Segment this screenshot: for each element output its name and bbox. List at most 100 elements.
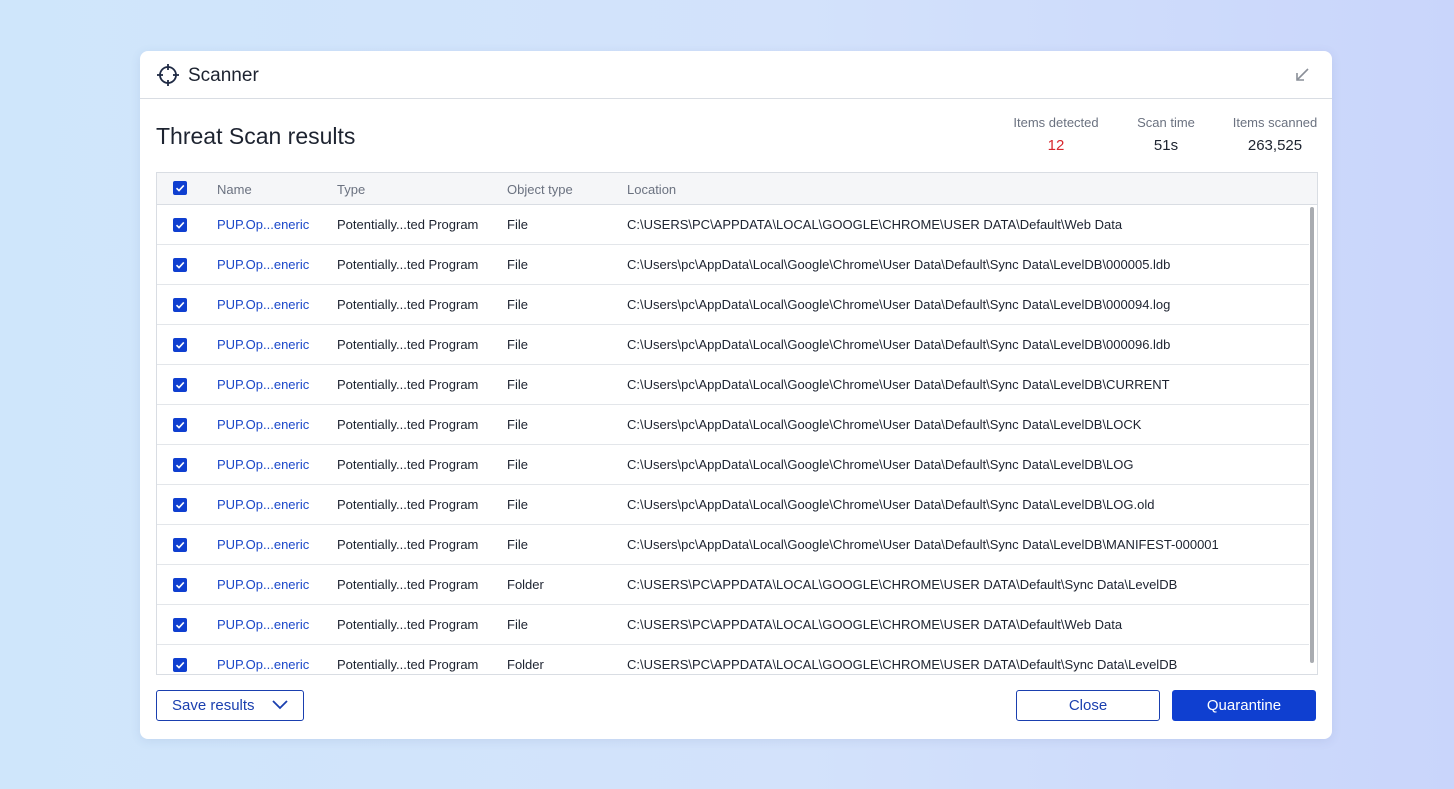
threat-name-link[interactable]: PUP.Op...eneric	[217, 377, 309, 392]
threat-name-link[interactable]: PUP.Op...eneric	[217, 497, 309, 512]
threat-name-link[interactable]: PUP.Op...eneric	[217, 657, 309, 672]
check-icon	[175, 341, 185, 349]
location-path: C:\Users\pc\AppData\Local\Google\Chrome\…	[627, 297, 1171, 312]
threat-type: Potentially...ted Program	[337, 417, 479, 432]
stat-label: Scan time	[1137, 115, 1195, 130]
stat-value: 51s	[1153, 137, 1179, 154]
check-icon	[175, 661, 185, 669]
threat-name-link[interactable]: PUP.Op...eneric	[217, 337, 309, 352]
threat-type: Potentially...ted Program	[337, 297, 479, 312]
table-scrollbar[interactable]	[1310, 207, 1314, 663]
location-path: C:\USERS\PC\APPDATA\LOCAL\GOOGLE\CHROME\…	[627, 657, 1178, 672]
threat-name-link[interactable]: PUP.Op...eneric	[217, 537, 309, 552]
threat-name-link[interactable]: PUP.Op...eneric	[217, 417, 309, 432]
column-header-name[interactable]: Name	[217, 182, 252, 197]
collapse-arrow-icon[interactable]	[1292, 65, 1312, 85]
scanner-window: Scanner Threat Scan results Items detect…	[140, 51, 1332, 739]
object-type: Folder	[507, 657, 544, 672]
row-checkbox[interactable]	[173, 378, 187, 392]
table-row[interactable]: PUP.Op...eneric Potentially...ted Program…	[157, 365, 1309, 405]
table-row[interactable]: PUP.Op...eneric Potentially...ted Program…	[157, 565, 1309, 605]
object-type: File	[507, 537, 528, 552]
check-icon	[175, 261, 185, 269]
threat-type: Potentially...ted Program	[337, 497, 479, 512]
object-type: File	[507, 497, 528, 512]
column-header-location[interactable]: Location	[627, 182, 676, 197]
location-path: C:\USERS\PC\APPDATA\LOCAL\GOOGLE\CHROME\…	[627, 577, 1178, 592]
check-icon	[175, 581, 185, 589]
row-checkbox[interactable]	[173, 618, 187, 632]
table-row[interactable]: PUP.Op...eneric Potentially...ted Program…	[157, 405, 1309, 445]
table-row[interactable]: PUP.Op...eneric Potentially...ted Program…	[157, 445, 1309, 485]
threat-type: Potentially...ted Program	[337, 577, 479, 592]
location-path: C:\Users\pc\AppData\Local\Google\Chrome\…	[627, 257, 1171, 272]
threat-name-link[interactable]: PUP.Op...eneric	[217, 577, 309, 592]
location-path: C:\Users\pc\AppData\Local\Google\Chrome\…	[627, 537, 1219, 552]
threat-type: Potentially...ted Program	[337, 257, 479, 272]
row-checkbox[interactable]	[173, 578, 187, 592]
page-title: Threat Scan results	[156, 123, 356, 149]
object-type: File	[507, 297, 528, 312]
location-path: C:\Users\pc\AppData\Local\Google\Chrome\…	[627, 457, 1134, 472]
threat-type: Potentially...ted Program	[337, 377, 479, 392]
title-bar: Scanner	[140, 51, 1332, 99]
table-body: PUP.Op...eneric Potentially...ted Program…	[157, 205, 1309, 674]
threat-type: Potentially...ted Program	[337, 537, 479, 552]
threat-type: Potentially...ted Program	[337, 337, 479, 352]
column-header-type[interactable]: Type	[337, 182, 365, 197]
close-button[interactable]: Close	[1016, 690, 1160, 721]
table-row[interactable]: PUP.Op...eneric Potentially...ted Program…	[157, 605, 1309, 645]
location-path: C:\Users\pc\AppData\Local\Google\Chrome\…	[627, 337, 1171, 352]
save-results-label: Save results	[172, 697, 255, 714]
table-row[interactable]: PUP.Op...eneric Potentially...ted Program…	[157, 205, 1309, 245]
threat-name-link[interactable]: PUP.Op...eneric	[217, 457, 309, 472]
table-row[interactable]: PUP.Op...eneric Potentially...ted Program…	[157, 285, 1309, 325]
threat-name-link[interactable]: PUP.Op...eneric	[217, 217, 309, 232]
location-path: C:\Users\pc\AppData\Local\Google\Chrome\…	[627, 377, 1170, 392]
object-type: Folder	[507, 577, 544, 592]
row-checkbox[interactable]	[173, 418, 187, 432]
threat-type: Potentially...ted Program	[337, 217, 479, 232]
location-path: C:\Users\pc\AppData\Local\Google\Chrome\…	[627, 497, 1155, 512]
check-icon	[175, 621, 185, 629]
column-header-object-type[interactable]: Object type	[507, 182, 573, 197]
table-row[interactable]: PUP.Op...eneric Potentially...ted Program…	[157, 645, 1309, 674]
row-checkbox[interactable]	[173, 218, 187, 232]
check-icon	[175, 184, 185, 192]
window-title: Scanner	[188, 65, 259, 86]
stat-items-detected: Items detected 12	[1006, 115, 1106, 154]
row-checkbox[interactable]	[173, 538, 187, 552]
threat-name-link[interactable]: PUP.Op...eneric	[217, 297, 309, 312]
row-checkbox[interactable]	[173, 298, 187, 312]
check-icon	[175, 541, 185, 549]
threat-type: Potentially...ted Program	[337, 657, 479, 672]
threat-name-link[interactable]: PUP.Op...eneric	[217, 617, 309, 632]
stat-label: Items scanned	[1232, 115, 1318, 130]
stat-value: 12	[1047, 137, 1065, 154]
table-header: Name Type Object type Location	[157, 173, 1317, 205]
threat-name-link[interactable]: PUP.Op...eneric	[217, 257, 309, 272]
results-table: Name Type Object type Location PUP.Op...…	[156, 172, 1318, 675]
object-type: File	[507, 217, 528, 232]
quarantine-button[interactable]: Quarantine	[1172, 690, 1316, 721]
table-row[interactable]: PUP.Op...eneric Potentially...ted Program…	[157, 485, 1309, 525]
row-checkbox[interactable]	[173, 258, 187, 272]
table-row[interactable]: PUP.Op...eneric Potentially...ted Program…	[157, 245, 1309, 285]
stat-value: 263,525	[1247, 137, 1303, 154]
check-icon	[175, 461, 185, 469]
select-all-checkbox[interactable]	[173, 181, 187, 195]
stat-scan-time: Scan time 51s	[1126, 115, 1206, 154]
check-icon	[175, 381, 185, 389]
row-checkbox[interactable]	[173, 338, 187, 352]
table-row[interactable]: PUP.Op...eneric Potentially...ted Program…	[157, 325, 1309, 365]
row-checkbox[interactable]	[173, 498, 187, 512]
check-icon	[175, 421, 185, 429]
row-checkbox[interactable]	[173, 658, 187, 672]
check-icon	[175, 501, 185, 509]
check-icon	[175, 221, 185, 229]
save-results-button[interactable]: Save results	[156, 690, 304, 721]
table-row[interactable]: PUP.Op...eneric Potentially...ted Program…	[157, 525, 1309, 565]
row-checkbox[interactable]	[173, 458, 187, 472]
object-type: File	[507, 257, 528, 272]
crosshair-icon	[157, 64, 179, 86]
